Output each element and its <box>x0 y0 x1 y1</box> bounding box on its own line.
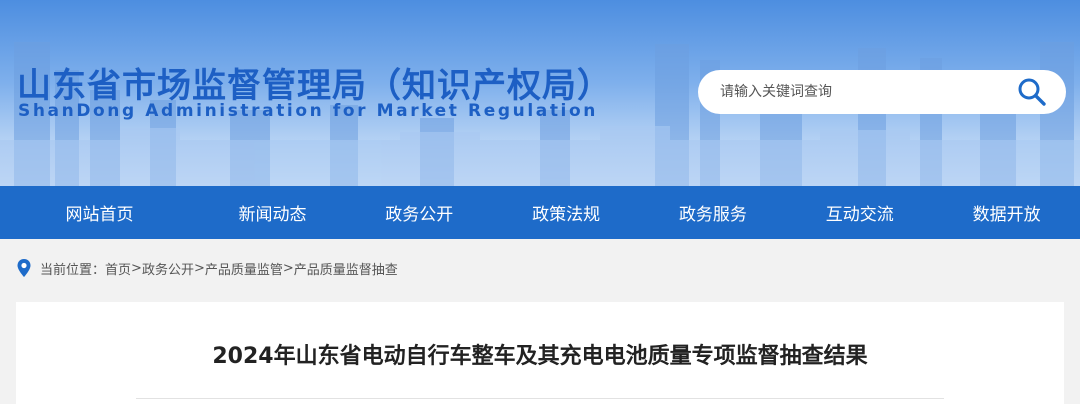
nav-item-news[interactable]: 新闻动态 <box>199 200 346 225</box>
article-card: 2024年山东省电动自行车整车及其充电电池质量专项监督抽查结果 <box>16 302 1064 404</box>
breadcrumb-prefix: 当前位置： <box>40 262 106 278</box>
search-button[interactable] <box>1016 76 1048 108</box>
breadcrumb-home[interactable]: 首页 <box>105 259 131 278</box>
breadcrumb-separator: > <box>193 260 205 276</box>
main-nav: 网站首页 新闻动态 政务公开 政策法规 政务服务 互动交流 数据开放 <box>0 186 1080 239</box>
search-box <box>698 70 1066 114</box>
nav-item-home[interactable]: 网站首页 <box>0 200 199 225</box>
breadcrumb-product-quality[interactable]: 产品质量监管 <box>205 259 283 278</box>
nav-item-services[interactable]: 政务服务 <box>640 200 787 225</box>
nav-item-government-affairs[interactable]: 政务公开 <box>346 200 493 225</box>
search-icon <box>1018 78 1046 106</box>
nav-item-interaction[interactable]: 互动交流 <box>786 200 933 225</box>
breadcrumb-separator: > <box>282 260 294 276</box>
title-divider <box>136 398 944 399</box>
site-subtitle: ShanDong Administration for Market Regul… <box>18 101 598 121</box>
nav-item-policies[interactable]: 政策法规 <box>493 200 640 225</box>
search-input[interactable] <box>720 81 1010 103</box>
header-banner: 山东省市场监督管理局（知识产权局） ShanDong Administratio… <box>0 0 1080 186</box>
breadcrumb-government-affairs[interactable]: 政务公开 <box>142 259 194 278</box>
article-title: 2024年山东省电动自行车整车及其充电电池质量专项监督抽查结果 <box>212 344 868 369</box>
location-pin-icon <box>17 259 31 277</box>
breadcrumb: 当前位置： 首页 > 政务公开 > 产品质量监管 > 产品质量监督抽查 <box>16 256 398 280</box>
breadcrumb-separator: > <box>131 260 142 276</box>
breadcrumb-quality-inspection[interactable]: 产品质量监督抽查 <box>294 259 398 278</box>
nav-item-open-data[interactable]: 数据开放 <box>933 200 1080 225</box>
site-title: 山东省市场监督管理局（知识产权局） <box>17 66 612 106</box>
